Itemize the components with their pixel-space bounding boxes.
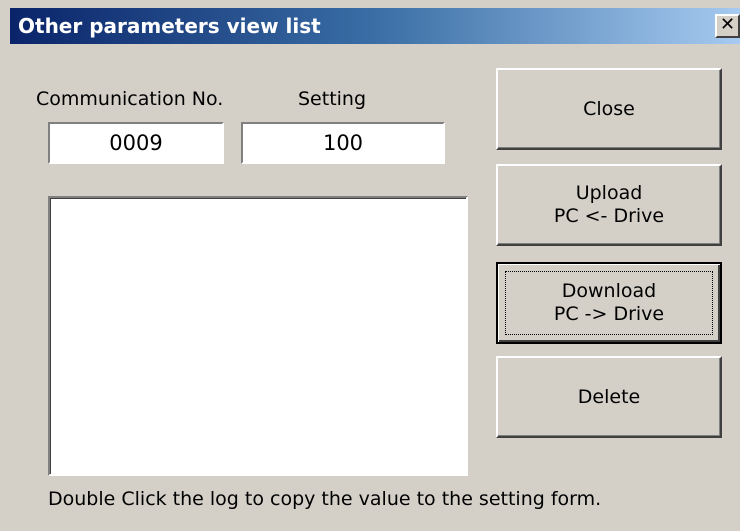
window-title: Other parameters view list [18,14,321,38]
setting-field[interactable]: 100 [241,122,445,164]
log-list[interactable] [48,196,468,476]
delete-button[interactable]: Delete [496,356,722,438]
download-button-line2: PC -> Drive [553,303,665,325]
close-button[interactable]: Close [496,68,722,150]
communication-no-field[interactable]: 0009 [48,122,224,164]
upload-button[interactable]: Upload PC <- Drive [496,164,722,246]
close-icon[interactable]: ✕ [715,14,740,38]
communication-no-label: Communication No. [36,88,224,110]
close-button-label: Close [583,97,635,120]
log-hint-text: Double Click the log to copy the value t… [48,488,602,510]
title-bar: Other parameters view list ✕ [10,8,740,44]
download-button[interactable]: Download PC -> Drive [496,262,722,344]
upload-button-line1: Upload [575,182,643,204]
setting-label: Setting [298,88,367,110]
download-button-line1: Download [561,280,657,302]
delete-button-label: Delete [577,385,641,408]
dialog-window: Other parameters view list ✕ Communicati… [0,0,740,531]
upload-button-line2: PC <- Drive [553,205,665,227]
